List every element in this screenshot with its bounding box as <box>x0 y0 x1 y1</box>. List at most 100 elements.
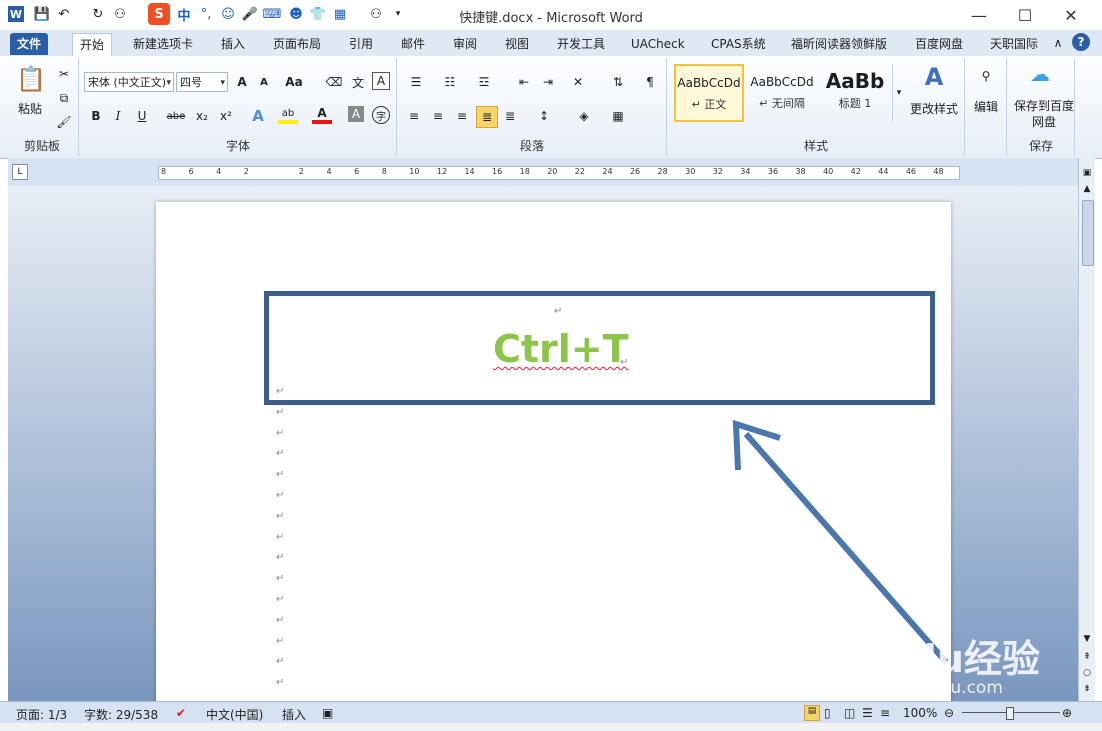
borders-icon[interactable]: ▦ <box>608 106 628 126</box>
web-layout-icon[interactable]: ◫ <box>844 706 855 720</box>
ruler-bar[interactable]: 8 6 4 2 2 4 6 8 10 12 14 16 18 20 22 24 26 28 30 32 34 36 38 40… <box>158 166 960 180</box>
multilevel-list-icon[interactable]: ☲ <box>474 72 494 92</box>
paste-button[interactable]: 粘贴 <box>18 100 42 117</box>
tab-home[interactable]: 开始 <box>72 33 113 56</box>
minimize-button[interactable]: — <box>956 0 1002 30</box>
ruler-toggle-icon[interactable]: ▣ <box>1080 166 1094 180</box>
grow-font-icon[interactable]: A <box>232 72 252 92</box>
change-styles-button[interactable]: 更改样式 <box>910 100 958 117</box>
line-spacing-icon[interactable]: ↕ <box>534 106 554 126</box>
font-name-select[interactable]: 宋体 (中文正文) ▾ <box>84 72 174 92</box>
text-effect-button[interactable]: A <box>248 106 268 126</box>
bold-button[interactable]: B <box>86 106 106 126</box>
style-no-spacing[interactable]: AaBbCcDd ↵ 无间隔 <box>747 64 817 122</box>
tab-layout[interactable]: 页面布局 <box>266 33 328 55</box>
font-color-button[interactable]: A <box>312 106 332 124</box>
cloud-icon[interactable]: ☁ <box>1030 62 1050 86</box>
editing-button[interactable]: 编辑 <box>974 98 998 115</box>
distribute-icon[interactable]: ≣ <box>500 106 520 126</box>
tab-foxit[interactable]: 福昕阅读器领鲜版 <box>784 33 894 55</box>
proofing-icon[interactable]: ✔ <box>176 706 186 720</box>
tab-cpas[interactable]: CPAS系统 <box>704 33 773 55</box>
next-page-icon[interactable]: ⇟ <box>1080 682 1094 696</box>
full-screen-icon[interactable]: ▯ <box>824 706 831 720</box>
close-button[interactable]: ✕ <box>1048 0 1094 30</box>
document-page[interactable]: ↵ Ctrl+T ↵ ↵ ↵ ↵ ↵ ↵ ↵ ↵ ↵ ↵ ↵ ↵ ↵ ↵ ↵ ↵ <box>156 202 951 722</box>
outline-icon[interactable]: ☰ <box>862 706 873 720</box>
paste-icon[interactable]: 📋 <box>16 64 46 94</box>
superscript-button[interactable]: x² <box>216 106 236 126</box>
prev-page-icon[interactable]: ⇞ <box>1080 650 1094 664</box>
clear-format-icon[interactable]: ⌫ <box>324 72 344 92</box>
tab-mailings[interactable]: 邮件 <box>394 33 432 55</box>
binoculars-icon[interactable]: ⚲ <box>976 66 996 86</box>
tab-view[interactable]: 视图 <box>498 33 536 55</box>
tab-file[interactable]: 文件 <box>10 33 49 55</box>
increase-indent-icon[interactable]: ⇥ <box>538 72 558 92</box>
tab-review[interactable]: 审阅 <box>446 33 484 55</box>
italic-button[interactable]: I <box>108 106 128 126</box>
draft-icon[interactable]: ≡ <box>880 706 890 720</box>
zoom-out-icon[interactable]: ⊖ <box>944 706 954 720</box>
status-page[interactable]: 页面: 1/3 <box>16 706 67 723</box>
zoom-slider-handle[interactable] <box>1006 707 1014 720</box>
tab-uacheck[interactable]: UACheck <box>624 33 692 55</box>
justify-icon[interactable]: ≣ <box>476 106 498 128</box>
numbering-icon[interactable]: ☷ <box>440 72 460 92</box>
tab-baidu-netdisk[interactable]: 百度网盘 <box>908 33 970 55</box>
align-right-icon[interactable]: ≡ <box>452 106 472 126</box>
style-heading1[interactable]: AaBb 标题 1 <box>820 64 890 122</box>
cut-icon[interactable]: ✂ <box>54 64 74 84</box>
bullets-icon[interactable]: ☰ <box>406 72 426 92</box>
shrink-font-icon[interactable]: A <box>254 72 274 92</box>
char-shading-button[interactable]: A <box>348 106 364 122</box>
scroll-up-icon[interactable]: ▲ <box>1080 182 1094 196</box>
save-netdisk-button[interactable]: 保存到百度网盘 <box>1014 98 1074 130</box>
scroll-down-icon[interactable]: ▼ <box>1080 632 1094 646</box>
decrease-indent-icon[interactable]: ⇤ <box>514 72 534 92</box>
status-zoom[interactable]: 100% <box>903 706 937 720</box>
print-layout-icon[interactable]: ▤ <box>804 705 820 721</box>
status-insert-mode[interactable]: 插入 <box>282 706 306 723</box>
style-normal[interactable]: AaBbCcDd ↵ 正文 <box>674 64 744 122</box>
highlight-button[interactable]: ab <box>278 106 298 124</box>
align-center-icon[interactable]: ≡ <box>428 106 448 126</box>
macro-icon[interactable]: ▣ <box>322 706 333 720</box>
status-word-count[interactable]: 字数: 29/538 <box>84 706 158 723</box>
ruler-tick: 46 <box>905 167 916 176</box>
zoom-in-icon[interactable]: ⊕ <box>1062 706 1072 720</box>
styles-scroll-icon[interactable]: ▾ <box>892 64 905 122</box>
collapse-ribbon-icon[interactable]: ∧ <box>1048 33 1068 53</box>
tab-new[interactable]: 新建选项卡 <box>126 33 200 55</box>
maximize-button[interactable]: ☐ <box>1002 0 1048 30</box>
scroll-thumb[interactable] <box>1082 200 1094 266</box>
ruler-tick: 38 <box>795 167 806 176</box>
phonetic-guide-icon[interactable]: 文 <box>348 72 368 92</box>
tab-developer[interactable]: 开发工具 <box>550 33 612 55</box>
shading-icon[interactable]: ◈ <box>574 106 594 126</box>
subscript-button[interactable]: x₂ <box>192 106 212 126</box>
change-styles-icon[interactable]: A <box>918 62 950 92</box>
tab-tianzhi[interactable]: 天职国际 <box>983 33 1045 55</box>
browse-object-icon[interactable]: ○ <box>1080 666 1094 680</box>
strikethrough-button[interactable]: abe <box>166 106 186 126</box>
char-border-icon[interactable]: A <box>372 72 390 90</box>
sort-icon[interactable]: ⇅ <box>608 72 628 92</box>
change-case-icon[interactable]: Aa <box>284 72 304 92</box>
status-language[interactable]: 中文(中国) <box>206 706 263 723</box>
underline-button[interactable]: U <box>132 106 152 126</box>
tab-selector-icon[interactable]: L <box>12 164 28 180</box>
tab-insert[interactable]: 插入 <box>214 33 252 55</box>
horizontal-ruler[interactable]: L 8 6 4 2 2 4 6 8 10 12 14 16 18 20 22 24 26 28 30 32 34 36 38… <box>8 158 1078 186</box>
enclose-char-button[interactable]: 字 <box>372 106 390 124</box>
ruler-tick: 42 <box>850 167 861 176</box>
align-left-icon[interactable]: ≡ <box>404 106 424 126</box>
help-icon[interactable]: ? <box>1072 33 1090 51</box>
copy-icon[interactable]: ⧉ <box>54 88 74 108</box>
chinese-layout-icon[interactable]: ✕ <box>568 72 588 92</box>
format-painter-icon[interactable]: 🖌 <box>54 112 74 132</box>
font-size-select[interactable]: 四号 ▾ <box>176 72 228 92</box>
show-marks-icon[interactable]: ¶ <box>640 72 660 92</box>
vertical-scrollbar[interactable]: ▣ ▲ ▼ ⇞ ○ ⇟ <box>1078 158 1095 701</box>
tab-references[interactable]: 引用 <box>342 33 380 55</box>
